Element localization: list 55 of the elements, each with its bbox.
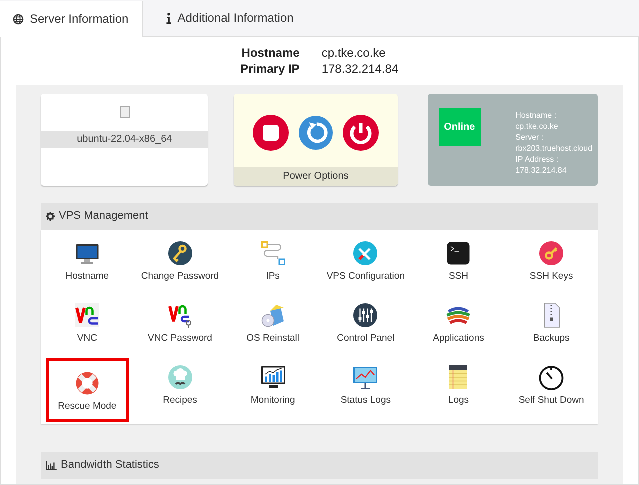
- globe-icon: [13, 14, 24, 24]
- management-tile[interactable]: VPS Configuration: [320, 234, 412, 296]
- management-tile[interactable]: Backups: [505, 296, 598, 358]
- management-tile[interactable]: Monitoring: [226, 358, 320, 420]
- summary-label: Primary IP: [240, 61, 300, 77]
- management-tile[interactable]: VNC: [41, 296, 134, 358]
- server-detail: cp.tke.co.ke: [516, 121, 560, 132]
- chef-hat-icon: [166, 364, 194, 391]
- server-detail: Server :: [516, 132, 545, 143]
- sliders-icon: [352, 302, 380, 329]
- management-tile[interactable]: Self Shut Down: [505, 358, 598, 420]
- bar-chart-monitor-icon: [260, 364, 287, 391]
- network-nodes-icon: [260, 240, 287, 267]
- server-detail: rbx203.truehost.cloud: [516, 143, 593, 154]
- line-chart-monitor-icon: [352, 364, 380, 391]
- server-detail: 178.32.214.84: [516, 165, 568, 176]
- info-icon: [166, 12, 172, 24]
- tab[interactable]: Server Information: [0, 1, 143, 37]
- management-tile[interactable]: SSH: [412, 234, 506, 296]
- management-tile[interactable]: OS Reinstall: [226, 296, 320, 358]
- restart-icon[interactable]: [298, 116, 333, 150]
- power-options-title: Power Options: [234, 167, 398, 186]
- management-tile[interactable]: Status Logs: [320, 358, 412, 420]
- management-tile[interactable]: Hostname: [41, 234, 134, 296]
- management-tile[interactable]: IPs: [226, 234, 320, 296]
- bar-chart-icon: [46, 461, 57, 470]
- section-title: Bandwidth Statistics: [61, 458, 160, 474]
- stop-icon[interactable]: [252, 114, 289, 150]
- stopwatch-icon: [538, 364, 566, 391]
- management-tile[interactable]: Rescue Mode: [46, 358, 129, 422]
- vnc-logo-icon: [74, 302, 101, 329]
- summary-label: Hostname: [240, 45, 300, 61]
- management-tile[interactable]: Applications: [412, 296, 506, 358]
- server-detail: Hostname :: [516, 110, 558, 121]
- management-tile[interactable]: Control Panel: [320, 296, 412, 358]
- management-tile[interactable]: VNC Password: [134, 296, 227, 358]
- gear-icon: [46, 212, 55, 221]
- management-tile[interactable]: Recipes: [134, 358, 227, 420]
- summary-value: 178.32.214.84: [322, 61, 399, 77]
- management-tile[interactable]: Change Password: [134, 234, 227, 296]
- key-icon: [538, 240, 566, 267]
- management-tile[interactable]: SSH Keys: [505, 234, 598, 296]
- online-status-badge: Online: [438, 108, 481, 146]
- management-tile[interactable]: Logs: [412, 358, 506, 420]
- package-disc-icon: [260, 302, 287, 329]
- tools-icon: [352, 240, 380, 267]
- section-title: VPS Management: [59, 209, 148, 224]
- os-name: ubuntu-22.04-x86_64: [41, 131, 208, 148]
- lifebuoy-icon: [74, 370, 101, 397]
- summary-value: cp.tke.co.ke: [322, 45, 387, 61]
- broken-image-icon: [120, 106, 130, 118]
- power-icon[interactable]: [342, 114, 379, 150]
- key-icon: [166, 240, 194, 267]
- terminal-icon: [445, 240, 472, 267]
- server-detail: IP Address :: [516, 154, 560, 165]
